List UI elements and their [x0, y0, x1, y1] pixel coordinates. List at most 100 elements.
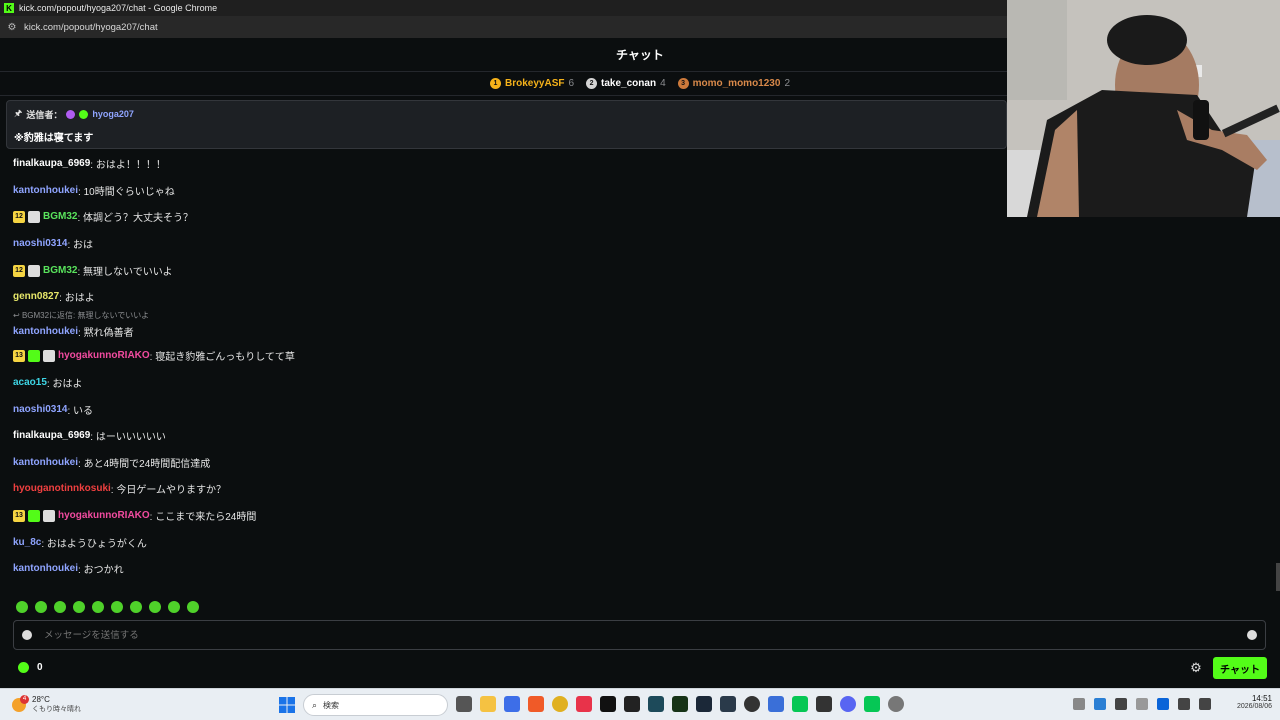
shield-icon[interactable]: [22, 630, 32, 640]
reply-context[interactable]: ↩ BGM32に返信: 無理しないでいいよ: [13, 310, 149, 321]
app-icon[interactable]: [816, 696, 832, 712]
chat-username[interactable]: BGM32: [43, 211, 77, 222]
chat-input[interactable]: [44, 629, 1247, 641]
windows-taskbar: 4 28°C くもり時々晴れ ⌕ 検索 14:51 2026/08/06: [0, 688, 1280, 720]
chrome-icon[interactable]: [552, 696, 568, 712]
emote-icon[interactable]: [73, 601, 85, 613]
points-value: 0: [37, 662, 43, 673]
pinned-by-user[interactable]: hyoga207: [92, 109, 134, 119]
obs-icon[interactable]: [744, 696, 760, 712]
chat-message[interactable]: kantonhoukei: おつかれ: [13, 561, 124, 576]
app-icon[interactable]: [624, 696, 640, 712]
send-chat-button[interactable]: チャット: [1213, 657, 1267, 679]
onedrive-icon[interactable]: [1157, 698, 1169, 710]
chat-username[interactable]: BGM32: [43, 265, 77, 276]
chat-message[interactable]: finalkaupa_6969: おはよ！！！！: [13, 156, 166, 171]
chat-input-box[interactable]: [13, 620, 1266, 650]
task-view-icon[interactable]: [456, 696, 472, 712]
windows-start-icon[interactable]: [279, 697, 295, 713]
emote-icon[interactable]: [111, 601, 123, 613]
emote-icon[interactable]: [16, 601, 28, 613]
chat-message[interactable]: hyouganotinnkosuki: 今日ゲームやりますか？: [13, 481, 226, 496]
chat-username[interactable]: hyogakunnoRIAKO: [58, 510, 150, 521]
chat-username[interactable]: genn0827: [13, 291, 59, 302]
emoji-picker-icon[interactable]: [1247, 630, 1257, 640]
leaderboard-item[interactable]: 1 BrokeyyASF 6: [490, 78, 574, 89]
pinned-message[interactable]: 🖈 送信者： hyoga207 ※豹雅は寝てます: [6, 100, 1007, 149]
chat-username[interactable]: finalkaupa_6969: [13, 430, 90, 441]
emote-icon[interactable]: [130, 601, 142, 613]
chat-message[interactable]: naoshi0314: おは: [13, 236, 93, 251]
taskbar-search[interactable]: ⌕ 検索: [303, 694, 448, 716]
chat-username[interactable]: hyogakunnoRIAKO: [58, 350, 150, 361]
emote-icon[interactable]: [168, 601, 180, 613]
discord-icon[interactable]: [840, 696, 856, 712]
quick-emote-row: [16, 601, 199, 613]
system-clock[interactable]: 14:51 2026/08/06: [1224, 694, 1272, 710]
channel-points[interactable]: 0: [18, 662, 43, 673]
chat-message[interactable]: 13 hyogakunnoRIAKO: ここまで来たら24時間: [13, 508, 256, 523]
chat-message[interactable]: kantonhoukei: 黙れ偽善者: [13, 324, 134, 339]
chat-message[interactable]: 13 hyogakunnoRIAKO: 寝起き豹雅ごんっもりしてて草: [13, 348, 295, 363]
reply-arrow-icon: ↩: [13, 311, 22, 320]
cloud-icon[interactable]: [1094, 698, 1106, 710]
subscriber-badge-icon: 13: [13, 509, 25, 522]
app-icon[interactable]: [504, 696, 520, 712]
chat-message[interactable]: 12 BGM32: 体調どう？大丈夫そう？: [13, 209, 193, 224]
file-explorer-icon[interactable]: [480, 696, 496, 712]
chat-message[interactable]: kantonhoukei: 10時間ぐらいじゃね: [13, 183, 175, 198]
site-settings-icon[interactable]: ⚙: [6, 21, 18, 33]
line-icon[interactable]: [792, 696, 808, 712]
weather-widget[interactable]: 4 28°C くもり時々晴れ: [12, 694, 81, 714]
emote-icon[interactable]: [92, 601, 104, 613]
leaderboard-user[interactable]: take_conan: [601, 78, 656, 89]
chat-username[interactable]: kantonhoukei: [13, 185, 78, 196]
chat-username[interactable]: hyouganotinnkosuki: [13, 483, 111, 494]
settings-gear-icon[interactable]: ⚙: [1189, 660, 1203, 675]
close-icon[interactable]: [1136, 698, 1148, 710]
chat-message[interactable]: finalkaupa_6969: はーいいいいい: [13, 428, 166, 443]
app-icon[interactable]: [768, 696, 784, 712]
chat-message[interactable]: acao15: おはよ: [13, 375, 82, 390]
url-text[interactable]: kick.com/popout/hyoga207/chat: [24, 22, 158, 33]
line-icon[interactable]: [864, 696, 880, 712]
microphone-icon[interactable]: [1115, 698, 1127, 710]
taskbar-apps: [456, 696, 904, 712]
chat-username[interactable]: naoshi0314: [13, 238, 67, 249]
tiktok-icon[interactable]: [600, 696, 616, 712]
chat-username[interactable]: ku_8c: [13, 537, 41, 548]
chat-username[interactable]: kantonhoukei: [13, 326, 78, 337]
emote-icon[interactable]: [149, 601, 161, 613]
chat-message[interactable]: kantonhoukei: あと4時間で24時間配信達成: [13, 455, 210, 470]
leaderboard-user[interactable]: BrokeyyASF: [505, 78, 564, 89]
app-icon[interactable]: [720, 696, 736, 712]
volume-icon[interactable]: [1199, 698, 1211, 710]
chat-message[interactable]: ku_8c: おはようひょうがくん: [13, 535, 147, 550]
chevron-up-icon[interactable]: [1073, 698, 1085, 710]
chat-username[interactable]: kantonhoukei: [13, 563, 78, 574]
scrollbar-thumb[interactable]: [1276, 563, 1280, 591]
search-icon: ⌕: [312, 699, 318, 710]
chat-username[interactable]: naoshi0314: [13, 404, 67, 415]
steam-icon[interactable]: [696, 696, 712, 712]
app-icon[interactable]: [576, 696, 592, 712]
emote-icon[interactable]: [187, 601, 199, 613]
app-icon[interactable]: [648, 696, 664, 712]
chat-message[interactable]: genn0827: おはよ: [13, 289, 95, 304]
chat-message[interactable]: naoshi0314: いる: [13, 402, 93, 417]
chat-username[interactable]: finalkaupa_6969: [13, 158, 90, 169]
kick-app-icon[interactable]: [672, 696, 688, 712]
chat-username[interactable]: kantonhoukei: [13, 457, 78, 468]
chat-message[interactable]: 12 BGM32: 無理しないでいいよ: [13, 263, 173, 278]
emote-icon[interactable]: [54, 601, 66, 613]
pinned-by-label: 送信者：: [26, 109, 63, 120]
emote-icon[interactable]: [35, 601, 47, 613]
leaderboard-user[interactable]: momo_momo1230: [693, 78, 781, 89]
chat-username[interactable]: acao15: [13, 377, 47, 388]
leaderboard-item[interactable]: 2 take_conan 4: [586, 78, 666, 89]
settings-icon[interactable]: [888, 696, 904, 712]
window-title: kick.com/popout/hyoga207/chat - Google C…: [19, 3, 218, 13]
network-icon[interactable]: [1178, 698, 1190, 710]
leaderboard-item[interactable]: 3 momo_momo1230 2: [677, 78, 790, 89]
brave-browser-icon[interactable]: [528, 696, 544, 712]
